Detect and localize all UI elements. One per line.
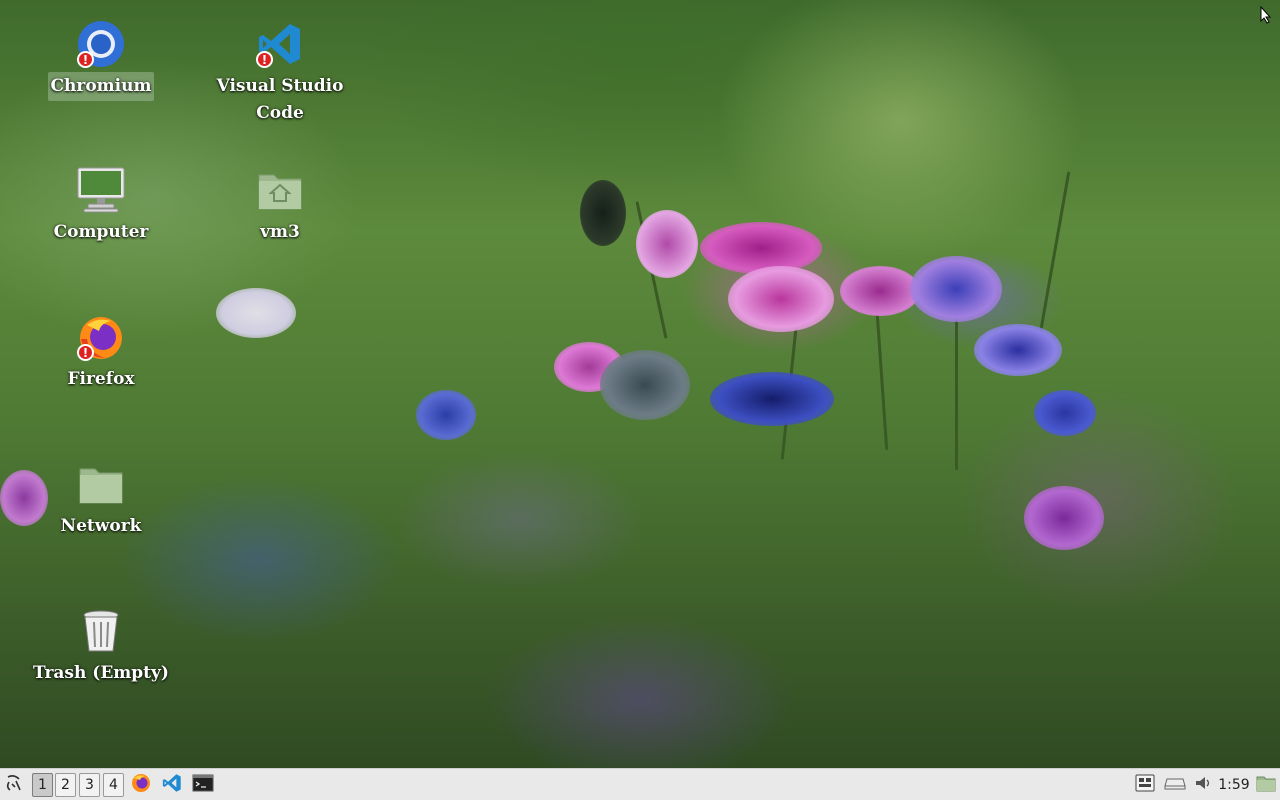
vscode-icon: ! — [254, 18, 306, 70]
firefox-icon — [131, 773, 151, 797]
firefox-launcher-button[interactable] — [129, 773, 153, 797]
desktop-icon-vscode[interactable]: ! Visual Studio Code — [205, 18, 355, 128]
wallpaper-stem — [874, 300, 889, 450]
workspace-2-button[interactable]: 2 — [55, 773, 76, 797]
wallpaper-flower — [700, 222, 822, 274]
desktop-icon-label: vm3 — [260, 222, 300, 242]
wallpaper-stem — [955, 300, 958, 470]
wallpaper-flower — [216, 288, 296, 338]
computer-icon — [75, 164, 127, 216]
clock[interactable]: 1:59 — [1217, 773, 1251, 797]
keyboard-layout-icon — [1135, 774, 1155, 796]
desktop-icon-label: Network — [60, 516, 142, 536]
volume-icon — [1194, 774, 1212, 796]
network-folder-icon — [75, 458, 127, 510]
taskbar: 1 2 3 4 1:59 — [0, 768, 1280, 800]
keyboard-layout-button[interactable] — [1133, 773, 1157, 797]
app-menu-button[interactable] — [2, 773, 26, 797]
terminal-launcher-button[interactable] — [191, 773, 215, 797]
wallpaper-flower — [636, 210, 698, 278]
trash-icon — [75, 605, 127, 657]
vscode-icon — [162, 773, 182, 797]
desktop-icon-chromium[interactable]: ! Chromium — [26, 18, 176, 101]
wallpaper-flower — [840, 266, 920, 316]
warning-badge-icon: ! — [77, 51, 94, 68]
wallpaper-flower — [710, 372, 834, 426]
wallpaper-bud — [580, 180, 626, 246]
wallpaper-flower — [1034, 390, 1096, 436]
desktop-icon-computer[interactable]: Computer — [26, 164, 176, 247]
wallpaper-flower — [1024, 486, 1104, 550]
mouse-pointer-icon — [1260, 5, 1272, 28]
desktop-icon-label: Visual Studio Code — [216, 76, 344, 123]
desktop-icon-label: Trash (Empty) — [33, 663, 169, 683]
wallpaper-flower — [416, 390, 476, 440]
workspace-4-button[interactable]: 4 — [103, 773, 124, 797]
storage-icon — [1164, 776, 1186, 795]
chromium-icon: ! — [75, 18, 127, 70]
clock-label: 1:59 — [1218, 777, 1250, 793]
warning-badge-icon: ! — [77, 344, 94, 361]
wallpaper-bud — [600, 350, 690, 420]
firefox-icon: ! — [75, 311, 127, 363]
workspace-1-button[interactable]: 1 — [32, 773, 53, 797]
wallpaper-flower — [910, 256, 1002, 322]
desktop-icon-vm3[interactable]: vm3 — [205, 164, 355, 247]
desktop-icon-trash[interactable]: Trash (Empty) — [26, 605, 176, 688]
desktop-wallpaper: ! Chromium ! Visual Studio Code Computer — [0, 0, 1280, 768]
show-desktop-button[interactable] — [1254, 773, 1278, 797]
storage-tray-button[interactable] — [1162, 773, 1188, 797]
desktop-icon-label: Chromium — [47, 72, 155, 101]
desktop-icon-label: Computer — [53, 222, 149, 242]
workspace-3-button[interactable]: 3 — [79, 773, 100, 797]
desktop-icon-network[interactable]: Network — [26, 458, 176, 541]
app-menu-icon — [4, 773, 24, 797]
vscode-launcher-button[interactable] — [160, 773, 184, 797]
wallpaper-flower — [974, 324, 1062, 376]
show-desktop-icon — [1256, 774, 1276, 796]
wallpaper-flower — [728, 266, 834, 332]
home-folder-icon — [254, 164, 306, 216]
terminal-icon — [192, 774, 214, 796]
desktop-icon-firefox[interactable]: ! Firefox — [26, 311, 176, 394]
warning-badge-icon: ! — [256, 51, 273, 68]
volume-tray-button[interactable] — [1192, 773, 1214, 797]
desktop-icon-label: Firefox — [67, 369, 135, 389]
